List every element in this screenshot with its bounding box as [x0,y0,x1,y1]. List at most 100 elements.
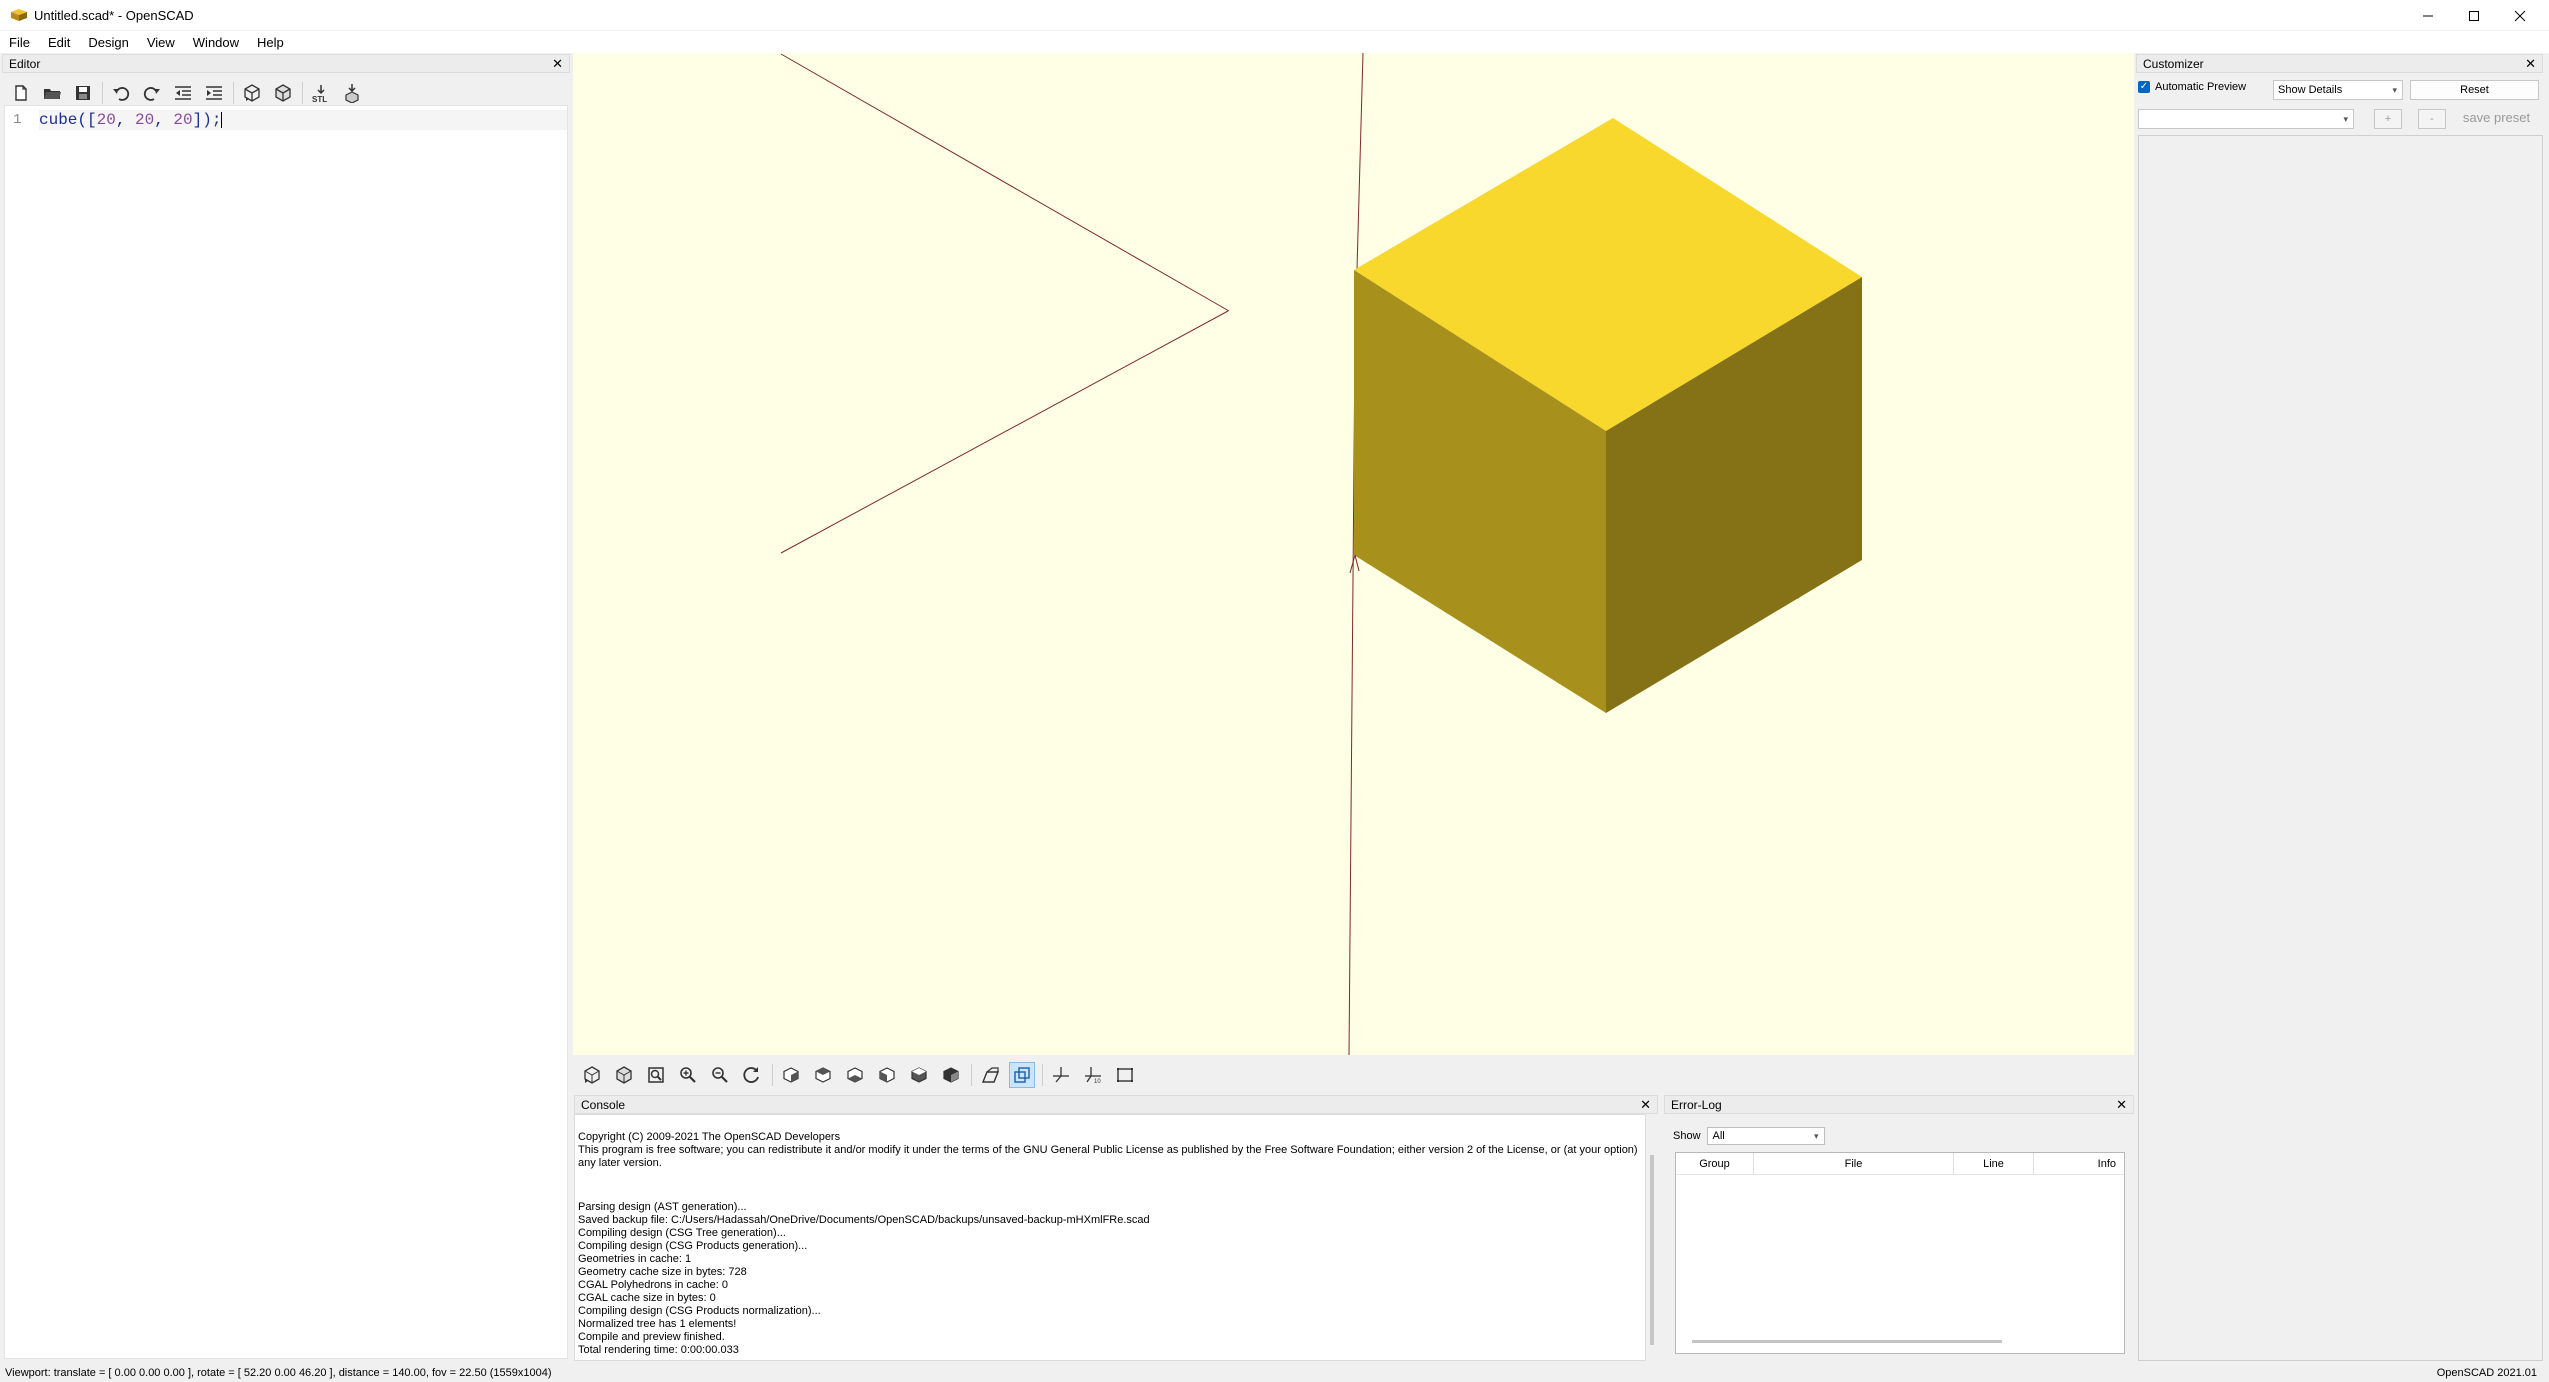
reset-button[interactable]: Reset [2410,80,2539,100]
console-dock-title: Console ✕ [574,1095,1658,1114]
show-axes-button[interactable] [1048,1062,1074,1088]
view-back-button[interactable] [938,1062,964,1088]
view-top-button[interactable] [810,1062,836,1088]
undo-icon [113,87,130,101]
viewport-toolbar: 10 [573,1056,2134,1094]
code-number: 20 [96,111,116,129]
save-preset-button[interactable]: save preset [2454,109,2539,129]
menu-window[interactable]: Window [184,35,248,50]
column-group[interactable]: Group [1676,1153,1754,1174]
save-icon [76,86,90,100]
unindent-icon [175,86,191,100]
x-axis-negative [780,53,1230,312]
save-button[interactable] [70,80,96,106]
preview-button[interactable] [239,80,265,106]
minimize-button[interactable] [2405,0,2451,31]
show-scale-markers-icon: 10 [1085,1067,1101,1085]
perspective-button[interactable] [977,1062,1003,1088]
undo-button[interactable] [108,80,134,106]
line-number: 1 [13,112,22,128]
code-editor[interactable]: 1 cube([20, 20, 20]); [4,105,568,1359]
details-select[interactable]: Show Details ▾ [2273,80,2403,100]
menu-design[interactable]: Design [79,35,137,50]
open-file-button[interactable] [39,80,65,106]
menu-view[interactable]: View [138,35,184,50]
code-comma: , [154,111,174,129]
console-output: Copyright (C) 2009-2021 The OpenSCAD Dev… [574,1114,1646,1361]
console-line: Compiling design (CSG Products normaliza… [578,1305,821,1317]
editor-dock-title: Editor ✕ [2,54,570,73]
zoom-out-button[interactable] [707,1062,733,1088]
send-to-printer-button[interactable] [339,80,365,106]
error-table-header: Group File Line Info [1676,1153,2124,1175]
console-line: Copyright (C) 2009-2021 The OpenSCAD Dev… [578,1131,841,1143]
console-line: Geometry cache size in bytes: 728 [578,1266,747,1278]
preset-select[interactable]: ▾ [2138,109,2354,129]
code-line[interactable]: cube([20, 20, 20]); [39,110,567,130]
reset-view-button[interactable] [739,1062,765,1088]
menu-help[interactable]: Help [248,35,293,50]
column-file[interactable]: File [1754,1153,1954,1174]
export-stl-button[interactable]: STL [308,80,334,106]
chevron-down-icon: ▾ [2343,114,2348,124]
close-editor-icon[interactable]: ✕ [552,56,563,72]
toolbar-separator [233,82,234,104]
column-info[interactable]: Info [2034,1153,2124,1174]
add-preset-button[interactable]: + [2374,109,2402,129]
title-bar: Untitled.scad* - OpenSCAD [0,0,2549,31]
view-right-button[interactable] [778,1062,804,1088]
indent-button[interactable] [201,80,227,106]
preview-view-button[interactable] [579,1062,605,1088]
show-scale-markers-button[interactable]: 10 [1080,1062,1106,1088]
render-button[interactable] [270,80,296,106]
menu-file[interactable]: File [0,35,39,50]
console-line: Total rendering time: 0:00:00.033 [578,1344,739,1356]
menu-edit[interactable]: Edit [39,35,79,50]
status-bar: Viewport: translate = [ 0.00 0.00 0.00 ]… [0,1364,2549,1382]
cube [1354,118,1862,713]
menu-bar: File Edit Design View Window Help [0,31,2549,53]
customizer-title: Customizer [2143,56,2204,71]
render-view-button[interactable] [611,1062,637,1088]
orthogonal-button[interactable] [1009,1062,1035,1088]
redo-button[interactable] [139,80,165,106]
editor-title: Editor [9,56,41,71]
view-front-button[interactable] [906,1062,932,1088]
chevron-down-icon: ▾ [1814,1131,1819,1141]
close-button[interactable] [2497,0,2543,31]
view-bottom-icon [847,1067,863,1083]
code-function: cube [39,111,78,129]
view-all-button[interactable] [643,1062,669,1088]
show-edges-button[interactable] [1112,1062,1138,1088]
close-error-log-icon[interactable]: ✕ [2116,1097,2127,1113]
console-scrollbar[interactable] [1650,1155,1654,1345]
minimize-icon [2423,15,2433,16]
new-file-icon [15,85,27,101]
toolbar-separator [1042,1064,1043,1086]
zoom-in-button[interactable] [675,1062,701,1088]
svg-text:10: 10 [1094,1079,1101,1085]
error-table: Group File Line Info [1675,1152,2125,1354]
code-open: ([ [77,111,97,129]
automatic-preview-checkbox[interactable]: ✓ [2138,81,2150,93]
console-line: Geometries in cache: 1 [578,1253,692,1265]
console-line: Parsing design (AST generation)... [578,1201,747,1213]
unindent-button[interactable] [170,80,196,106]
close-console-icon[interactable]: ✕ [1640,1097,1651,1113]
new-file-button[interactable] [8,80,34,106]
view-left-button[interactable] [874,1062,900,1088]
column-line[interactable]: Line [1954,1153,2034,1174]
maximize-button[interactable] [2451,0,2497,31]
error-show-select[interactable]: All ▾ [1706,1127,1825,1145]
error-show-value: All [1712,1130,1725,1142]
openscad-app-icon [11,9,27,21]
error-table-scrollbar[interactable] [1692,1340,2002,1343]
3d-viewport[interactable] [573,52,2134,1056]
reset-view-icon [743,1067,759,1083]
console-line: any later version. [578,1157,662,1169]
close-customizer-icon[interactable]: ✕ [2525,56,2536,72]
remove-preset-button[interactable]: - [2418,109,2446,129]
view-bottom-button[interactable] [842,1062,868,1088]
view-front-icon [911,1067,927,1083]
